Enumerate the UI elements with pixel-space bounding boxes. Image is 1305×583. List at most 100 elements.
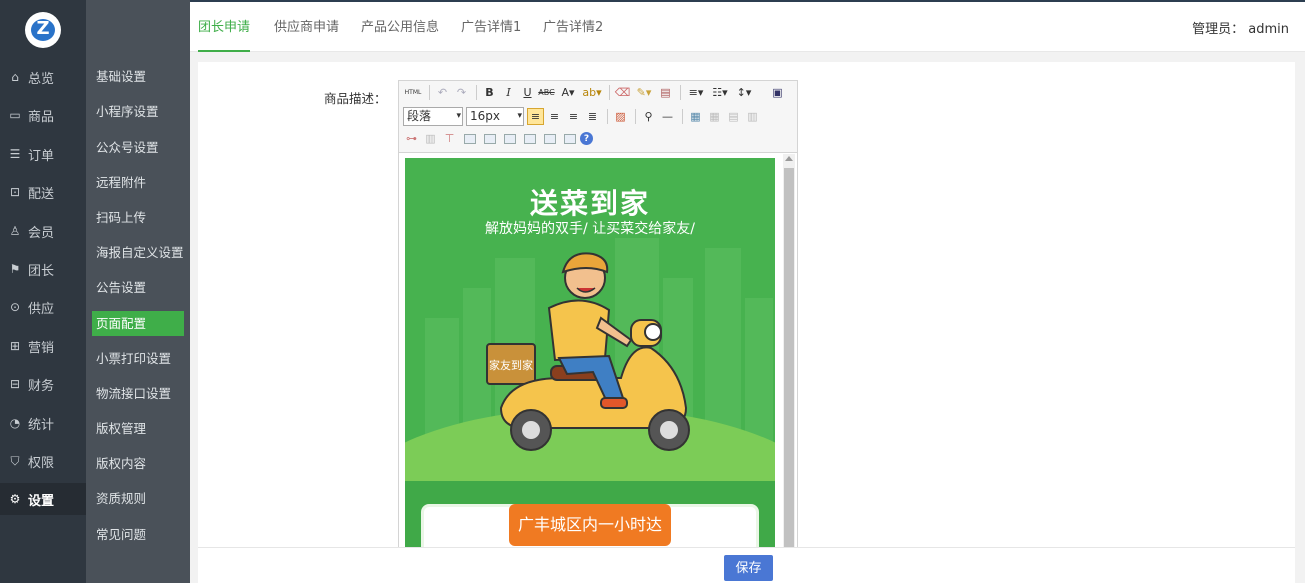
nav-item-goods[interactable]: ▭ 商品: [0, 99, 86, 131]
split-cells-icon[interactable]: ▥: [422, 130, 439, 147]
table-delete-icon[interactable]: ▦: [706, 108, 723, 125]
submenu-item[interactable]: 公众号设置: [92, 135, 184, 160]
poster-title: 送菜到家: [529, 187, 650, 220]
admin-user[interactable]: 管理员： admin: [1192, 18, 1289, 37]
submenu-item[interactable]: 版权管理: [92, 416, 184, 441]
toolbar-separator: [682, 109, 683, 124]
image-icon[interactable]: ▨: [612, 108, 629, 125]
submenu-item[interactable]: 公告设置: [92, 275, 184, 300]
editor-scrollbar[interactable]: [783, 154, 795, 582]
submenu-item-active[interactable]: 页面配置: [92, 311, 184, 336]
rider-shoe: [600, 397, 628, 409]
bold-icon[interactable]: B: [481, 84, 498, 101]
paste-icon[interactable]: ▤: [657, 84, 674, 101]
toolbar-separator: [635, 109, 636, 124]
tab-supplier-apply[interactable]: 供应商申请: [274, 16, 339, 52]
scroll-thumb[interactable]: [784, 168, 794, 582]
eraser-icon[interactable]: ⌫: [614, 84, 631, 101]
tab-product-info[interactable]: 产品公用信息: [361, 16, 439, 52]
line-height-icon[interactable]: ↕▾: [733, 84, 755, 101]
redo-icon[interactable]: ↷: [453, 84, 470, 101]
table-insert-col-icon[interactable]: ▥: [744, 108, 761, 125]
nav-label: 配送: [28, 186, 55, 202]
undo-icon[interactable]: ↶: [434, 84, 451, 101]
html-source-button[interactable]: HTML: [403, 84, 423, 101]
save-button[interactable]: 保存: [724, 555, 773, 581]
format-painter-icon[interactable]: ✎▾: [633, 84, 655, 101]
table-cell-icon[interactable]: [464, 133, 476, 144]
delivery-scooter-illustration: 家友到家: [486, 252, 690, 451]
strikethrough-icon[interactable]: ABC: [538, 84, 555, 101]
table-cell-icon[interactable]: [524, 133, 536, 144]
submenu-item[interactable]: 资质规则: [92, 486, 184, 511]
nav-item-settings[interactable]: ⚙ 设置: [0, 483, 86, 515]
nav-label: 权限: [28, 455, 55, 471]
nav-item-permissions[interactable]: ⛉ 权限: [0, 445, 86, 477]
tab-ad-detail-1[interactable]: 广告详情1: [461, 16, 521, 52]
horizontal-rule-icon[interactable]: —: [659, 108, 676, 125]
nav-item-stats[interactable]: ◔ 统计: [0, 407, 86, 439]
app-logo[interactable]: Z: [25, 12, 61, 48]
tab-leader-apply[interactable]: 团长申请: [198, 16, 251, 52]
nav-item-overview[interactable]: ⌂ 总览: [0, 61, 86, 93]
editor-content[interactable]: 送菜到家 解放妈妈的双手/ 让买菜交给家友/ 家友到家 广丰城区内一小时达: [399, 154, 797, 582]
table-cell-icon[interactable]: [484, 133, 496, 144]
nav-item-finance[interactable]: ⊟ 财务: [0, 368, 86, 400]
nav-item-leaders[interactable]: ⚑ 团长: [0, 253, 86, 285]
table-icon[interactable]: ▦: [687, 108, 704, 125]
submenu-item[interactable]: 常见问题: [92, 522, 184, 547]
scroll-up-arrow-icon[interactable]: [785, 156, 793, 161]
submenu-item[interactable]: 海报自定义设置: [92, 240, 184, 265]
merge-cells-icon[interactable]: ⊶: [403, 130, 420, 147]
nav-item-supply[interactable]: ⊙ 供应: [0, 291, 86, 323]
paragraph-select[interactable]: 段落: [403, 107, 463, 126]
align-center-icon[interactable]: ≡: [546, 108, 563, 125]
nav-item-members[interactable]: ♙ 会员: [0, 215, 86, 247]
table-insert-row-icon[interactable]: ▤: [725, 108, 742, 125]
submenu-item[interactable]: 物流接口设置: [92, 381, 184, 406]
logo-letter: Z: [36, 18, 50, 39]
font-color-icon[interactable]: A▾: [557, 84, 579, 101]
nav-item-marketing[interactable]: ⊞ 营销: [0, 330, 86, 362]
table-cell-icon[interactable]: [504, 133, 516, 144]
underline-icon[interactable]: U: [519, 84, 536, 101]
nav-label: 会员: [28, 225, 55, 241]
preview-icon[interactable]: ▣: [769, 84, 786, 101]
align-justify-icon[interactable]: ≣: [584, 108, 601, 125]
submenu-item[interactable]: 小票打印设置: [92, 346, 184, 371]
find-icon[interactable]: ⚲: [640, 108, 657, 125]
home-icon: ⌂: [11, 70, 19, 84]
submenu-item[interactable]: 扫码上传: [92, 205, 184, 230]
submenu-item[interactable]: 远程附件: [92, 170, 184, 195]
gear-icon: ⚙: [9, 492, 21, 506]
submenu-item[interactable]: 小程序设置: [92, 99, 184, 124]
toolbar-row-3: ⊶ ▥ ⊤ ?: [403, 130, 595, 147]
delivery-icon: ⊡: [9, 185, 21, 199]
table-cell-icon[interactable]: [544, 133, 556, 144]
rich-text-editor[interactable]: HTML ↶ ↷ B I U ABC A▾ ab▾ ⌫ ✎▾ ▤ ≡▾ ☷▾ ↕…: [398, 80, 798, 583]
box-label: 家友到家: [489, 358, 533, 372]
help-icon[interactable]: ?: [580, 132, 593, 145]
highlight-icon[interactable]: ab▾: [581, 84, 603, 101]
italic-icon[interactable]: I: [500, 84, 517, 101]
poster-subtitle: 解放妈妈的双手/ 让买菜交给家友/: [485, 221, 695, 237]
table-cell-icon[interactable]: [564, 133, 576, 144]
submenu-item[interactable]: 版权内容: [92, 451, 184, 476]
align-left-icon[interactable]: ≡: [527, 108, 544, 125]
submenu-item[interactable]: 基础设置: [92, 64, 184, 89]
align-right-icon[interactable]: ≡: [565, 108, 582, 125]
delete-row-icon[interactable]: ⊤: [441, 130, 458, 147]
top-tab-bar: 团长申请 供应商申请 产品公用信息 广告详情1 广告详情2 管理员： admin: [190, 0, 1305, 52]
ordered-list-icon[interactable]: ≡▾: [685, 84, 707, 101]
toolbar-separator: [609, 85, 610, 100]
bottom-action-bar: 保存: [198, 547, 1295, 583]
nav-item-delivery[interactable]: ⊡ 配送: [0, 176, 86, 208]
unordered-list-icon[interactable]: ☷▾: [709, 84, 731, 101]
rear-hub: [522, 421, 540, 439]
font-size-select[interactable]: 16px: [466, 107, 524, 126]
order-icon: ☰: [9, 147, 21, 161]
tab-ad-detail-2[interactable]: 广告详情2: [543, 16, 603, 52]
supply-icon: ⊙: [9, 300, 21, 314]
settings-submenu: 基础设置 小程序设置 公众号设置 远程附件 扫码上传 海报自定义设置 公告设置 …: [86, 0, 190, 583]
nav-item-orders[interactable]: ☰ 订单: [0, 138, 86, 170]
